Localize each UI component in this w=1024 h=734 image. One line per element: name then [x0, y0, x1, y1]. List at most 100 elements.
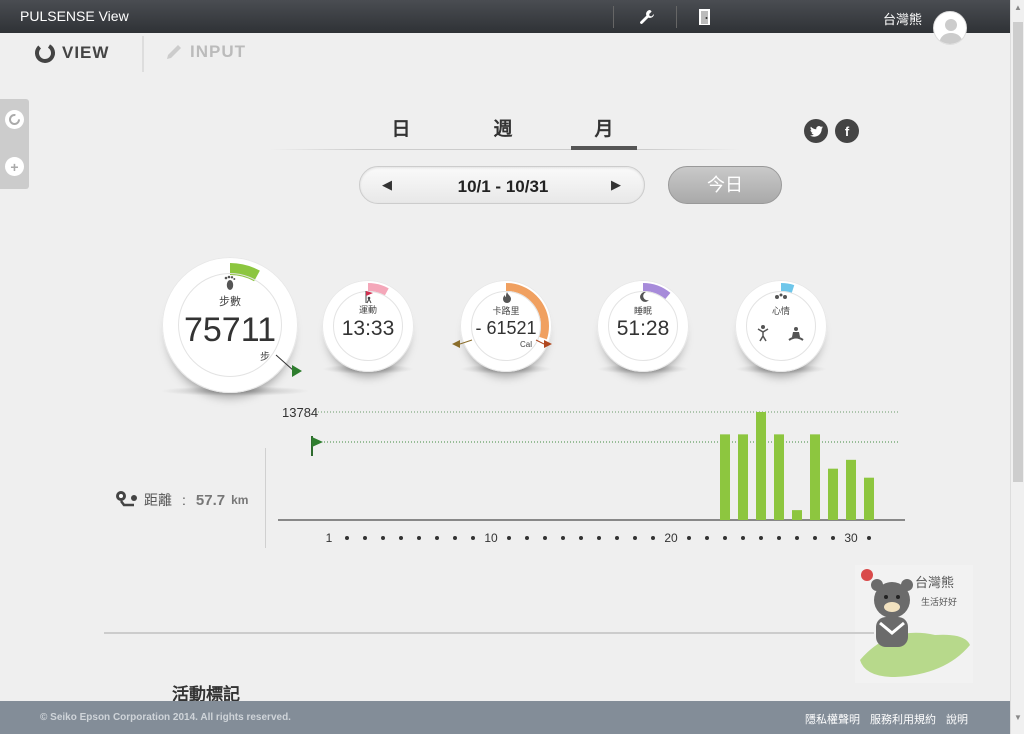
- runner-flag-icon: [365, 291, 373, 304]
- x-tick-dot: [741, 536, 745, 540]
- help-link[interactable]: 說明: [946, 711, 968, 727]
- x-tick-dot: [615, 536, 619, 540]
- x-tick-dot: [651, 536, 655, 540]
- mood-icon: [775, 293, 787, 299]
- footer: © Seiko Epson Corporation 2014. All righ…: [0, 701, 1010, 734]
- privacy-link[interactable]: 隱私權聲明: [805, 711, 860, 727]
- x-tick-dot: [543, 536, 547, 540]
- monthly-steps-chart: 13784 1 10 20 30: [278, 405, 905, 545]
- distance-value: 57.7: [195, 491, 226, 509]
- bar-day-28[interactable]: [810, 434, 820, 520]
- calories-dial[interactable]: 卡路里 - 61521 Cal: [452, 280, 552, 372]
- bar-day-30[interactable]: [846, 459, 856, 520]
- period-tabs: 日 週 月: [270, 112, 740, 152]
- title-bar: PULSENSE View 台灣熊: [0, 0, 1010, 33]
- x-tick-dot: [705, 536, 709, 540]
- x-tick-dot: [687, 536, 691, 540]
- facebook-icon[interactable]: f: [835, 119, 859, 143]
- sleep-value: 51:28: [616, 317, 670, 340]
- svg-text:生活好好: 生活好好: [921, 596, 957, 608]
- bar-day-26[interactable]: [774, 434, 784, 520]
- tab-view-label: VIEW: [62, 43, 110, 62]
- x-tick-dot: [579, 536, 583, 540]
- scroll-up-icon[interactable]: ▲: [1012, 2, 1024, 14]
- vertical-scrollbar[interactable]: ▲ ▼: [1010, 0, 1024, 734]
- x-tick-dot: [381, 536, 385, 540]
- x-tick-dot: [777, 536, 781, 540]
- today-button[interactable]: 今日: [668, 166, 782, 204]
- tab-month[interactable]: 月: [574, 114, 634, 141]
- x-tick-dot: [435, 536, 439, 540]
- distance-separator: :: [182, 492, 186, 508]
- tab-view[interactable]: VIEW: [34, 42, 109, 64]
- terms-link[interactable]: 服務利用規約: [870, 711, 936, 727]
- steps-unit: 步: [260, 352, 270, 363]
- bar-day-24[interactable]: [738, 434, 748, 520]
- exercise-dial[interactable]: 運動 13:33: [322, 280, 414, 372]
- active-tab-indicator: [571, 146, 637, 150]
- steps-value: 75711: [183, 311, 277, 349]
- x-tick-dot: [723, 536, 727, 540]
- tab-day[interactable]: 日: [371, 114, 431, 141]
- steps-label: 步數: [219, 296, 241, 308]
- x-tick-dot: [759, 536, 763, 540]
- x-tick-dot: [867, 536, 871, 540]
- divider: [265, 448, 266, 548]
- sleep-label: 睡眠: [633, 306, 652, 316]
- tab-input[interactable]: INPUT: [164, 42, 246, 62]
- distance-summary: 距離 : 57.7 km: [114, 489, 248, 511]
- bar-day-31[interactable]: [864, 477, 874, 520]
- scroll-thumb[interactable]: [1013, 22, 1023, 482]
- x-tick-label: 10: [484, 531, 498, 545]
- x-tick-dot: [471, 536, 475, 540]
- footprint-icon: [224, 275, 236, 290]
- mood-dial[interactable]: 心情: [735, 280, 827, 372]
- distance-unit: km: [231, 493, 249, 507]
- bar-day-23[interactable]: [720, 434, 730, 520]
- goal-flag-icon: [311, 436, 323, 456]
- bar-day-27[interactable]: [792, 510, 802, 520]
- twitter-icon[interactable]: [804, 119, 828, 143]
- x-tick-label: 1: [326, 531, 333, 545]
- steps-dial[interactable]: 步數 75711 步: [162, 257, 302, 393]
- bar-day-29[interactable]: [828, 468, 838, 520]
- calories-label: 卡路里: [492, 306, 520, 316]
- exit-door-icon[interactable]: [695, 7, 715, 27]
- pencil-icon: [167, 45, 181, 59]
- max-value-label: 13784: [282, 405, 318, 420]
- tab-input-label: INPUT: [190, 42, 246, 61]
- user-name[interactable]: 台灣熊: [883, 9, 922, 28]
- x-tick-dot: [399, 536, 403, 540]
- add-button[interactable]: +: [5, 157, 24, 176]
- x-tick-dot: [363, 536, 367, 540]
- bear-mascot-watermark: 台灣熊 生活好好: [855, 565, 973, 683]
- bar-day-25[interactable]: [756, 412, 766, 520]
- x-tick-dot: [345, 536, 349, 540]
- x-tick-dot: [597, 536, 601, 540]
- refresh-button[interactable]: [5, 110, 24, 129]
- x-tick-dot: [633, 536, 637, 540]
- x-tick-dot: [795, 536, 799, 540]
- tab-week[interactable]: 週: [473, 114, 533, 141]
- scroll-down-icon[interactable]: ▼: [1012, 712, 1024, 724]
- mood-label: 心情: [771, 306, 790, 316]
- refresh-icon: [9, 114, 20, 125]
- svg-text:台灣熊: 台灣熊: [915, 575, 954, 591]
- date-range-nav: ◀ 10/1 - 10/31 ▶: [359, 166, 645, 204]
- next-arrow-icon[interactable]: ▶: [611, 177, 621, 193]
- date-range-label: 10/1 - 10/31: [457, 177, 549, 196]
- exercise-label: 運動: [358, 305, 377, 315]
- flame-icon: [503, 292, 511, 303]
- distance-label: 距離: [144, 492, 172, 508]
- user-avatar[interactable]: [933, 11, 967, 45]
- divider: [676, 6, 677, 28]
- x-tick-dot: [507, 536, 511, 540]
- exercise-value: 13:33: [341, 317, 395, 340]
- divider: [104, 632, 874, 634]
- sleep-dial[interactable]: 睡眠 51:28: [597, 280, 689, 372]
- refresh-icon: [35, 43, 55, 63]
- x-tick-dot: [831, 536, 835, 540]
- route-map-icon: [116, 491, 137, 507]
- wrench-icon[interactable]: [637, 7, 657, 27]
- divider: [142, 36, 144, 72]
